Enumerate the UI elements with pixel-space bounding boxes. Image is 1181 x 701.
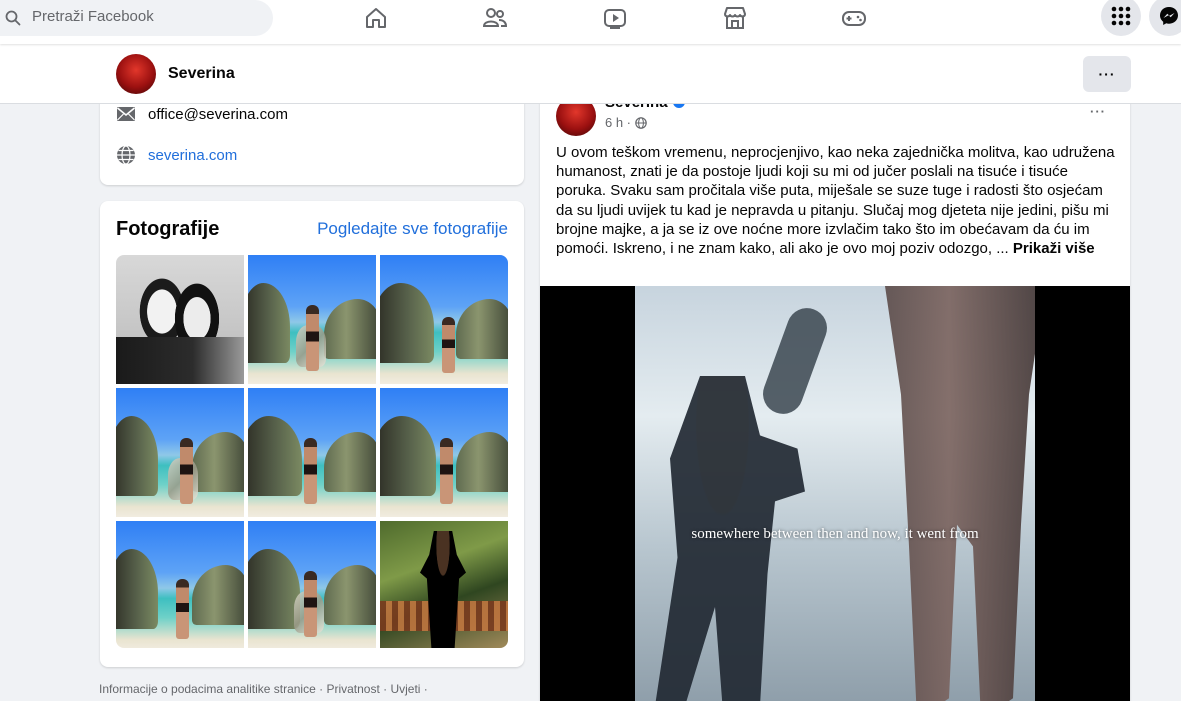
globe-icon bbox=[635, 116, 647, 129]
menu-grid-icon bbox=[1111, 6, 1131, 26]
photo-thumbnail[interactable] bbox=[248, 255, 376, 384]
post-meta: 6 h · bbox=[605, 115, 647, 130]
photo-thumbnail[interactable] bbox=[116, 255, 244, 384]
page-name[interactable]: Severina bbox=[168, 65, 235, 83]
post-video[interactable]: somewhere between then and now, it went … bbox=[540, 286, 1130, 701]
search-input[interactable]: Pretraži Facebook bbox=[32, 8, 154, 25]
watch-icon[interactable] bbox=[602, 5, 628, 31]
post-text: U ovom teškom vremenu, neprocjenjivo, ka… bbox=[556, 143, 1116, 258]
search-bar[interactable]: Pretraži Facebook bbox=[0, 0, 273, 36]
video-adult-figure bbox=[885, 286, 1035, 701]
search-icon bbox=[5, 10, 21, 26]
gaming-icon[interactable] bbox=[841, 5, 867, 31]
website-row: severina.com bbox=[116, 144, 237, 166]
page-more-button[interactable]: ··· bbox=[1083, 56, 1131, 92]
photo-thumbnail[interactable] bbox=[380, 388, 508, 517]
video-subtitle: somewhere between then and now, it went … bbox=[691, 526, 979, 542]
page-header-bar: Severina ··· bbox=[0, 44, 1181, 104]
photos-card: Fotografije Pogledajte sve fotografije bbox=[100, 201, 524, 667]
envelope-icon bbox=[116, 107, 136, 121]
photos-heading: Fotografije bbox=[116, 218, 220, 240]
photo-grid bbox=[116, 255, 508, 648]
page-avatar[interactable] bbox=[116, 54, 156, 94]
photo-thumbnail[interactable] bbox=[116, 521, 244, 648]
photo-thumbnail[interactable] bbox=[116, 388, 244, 517]
post-more-options-icon[interactable]: ··· bbox=[1090, 104, 1106, 119]
home-icon[interactable] bbox=[363, 5, 389, 31]
see-more-link[interactable]: Prikaži više bbox=[1013, 240, 1095, 257]
video-frame: somewhere between then and now, it went … bbox=[635, 286, 1035, 701]
messenger-icon bbox=[1160, 7, 1178, 25]
footer-links[interactable]: Informacije o podacima analitike stranic… bbox=[99, 682, 428, 696]
photo-thumbnail[interactable] bbox=[380, 255, 508, 384]
messenger-button[interactable] bbox=[1149, 0, 1181, 36]
photo-thumbnail[interactable] bbox=[248, 388, 376, 517]
photo-thumbnail[interactable] bbox=[380, 521, 508, 648]
post-timestamp[interactable]: 6 h · bbox=[605, 115, 631, 130]
friends-icon[interactable] bbox=[482, 5, 508, 31]
menu-button[interactable] bbox=[1101, 0, 1141, 36]
post-card: Severina 6 h · ··· U ovom teškom vremenu… bbox=[540, 80, 1130, 701]
email-text[interactable]: office@severina.com bbox=[148, 106, 288, 123]
top-navigation-bar: Pretraži Facebook bbox=[0, 0, 1181, 44]
photo-thumbnail[interactable] bbox=[248, 521, 376, 648]
globe-icon bbox=[117, 145, 135, 165]
video-child-arm bbox=[757, 302, 833, 420]
more-dots-icon: ··· bbox=[1098, 66, 1116, 82]
email-row: office@severina.com bbox=[116, 103, 288, 125]
website-link[interactable]: severina.com bbox=[148, 147, 237, 164]
see-all-photos-link[interactable]: Pogledajte sve fotografije bbox=[317, 219, 508, 239]
marketplace-icon[interactable] bbox=[722, 5, 748, 31]
